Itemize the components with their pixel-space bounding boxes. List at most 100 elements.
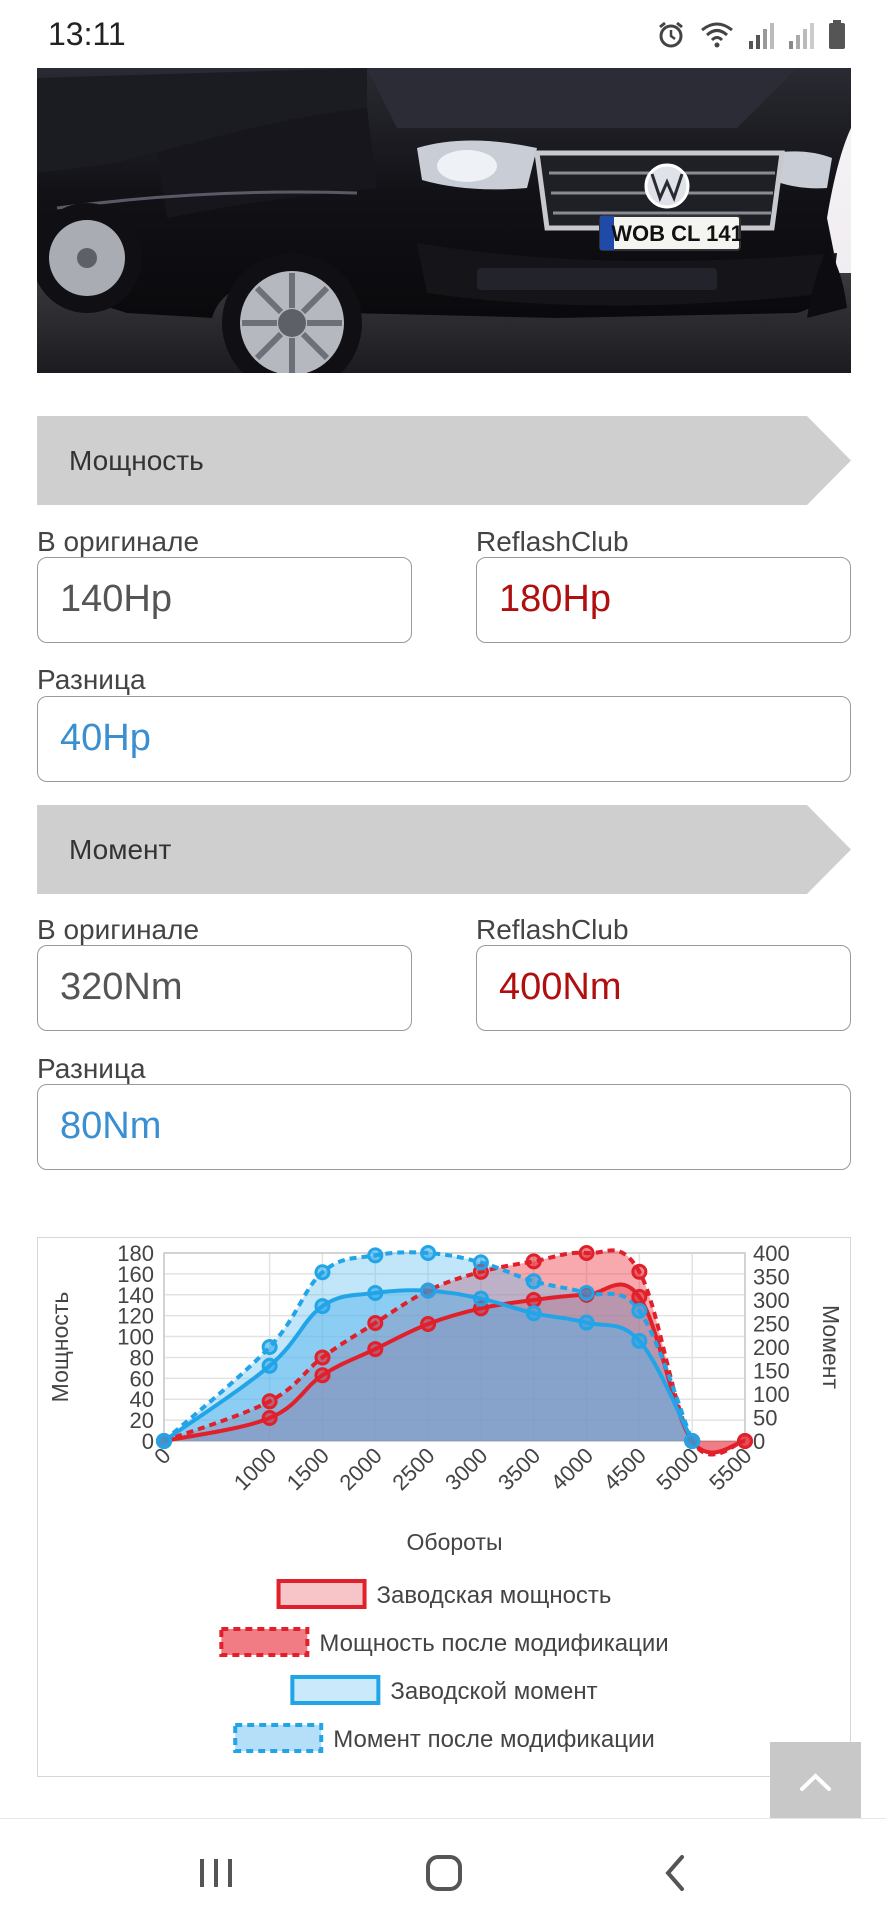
legend-swatch — [276, 1579, 367, 1609]
torque-diff-label: Разница — [37, 1053, 146, 1084]
x-tick-label: 5000 — [651, 1443, 703, 1495]
torque-diff-value: 80Nm — [60, 1105, 162, 1147]
torque-original-field: 320Nm — [37, 945, 412, 1031]
data-point — [631, 1288, 648, 1305]
status-time: 13:11 — [48, 16, 126, 52]
legend-item: Заводская мощность — [276, 1579, 612, 1609]
y-right-tick-label: 350 — [753, 1265, 790, 1290]
power-diff-label: Разница — [37, 664, 146, 695]
y-right-tick-label: 100 — [753, 1382, 790, 1407]
signal-icon — [749, 23, 774, 49]
x-tick-label: 1000 — [229, 1443, 281, 1495]
legend-label: Момент после модификации — [333, 1726, 655, 1753]
torque-section-header: Момент — [37, 805, 851, 894]
data-point — [261, 1393, 278, 1410]
status-icons — [656, 18, 846, 52]
data-point — [578, 1284, 595, 1301]
status-bar: 13:11 — [0, 0, 886, 68]
y-right-tick-label: 200 — [753, 1335, 790, 1360]
torque-original-label: В оригинале — [37, 914, 200, 945]
legend-label: Мощность после модификации — [319, 1630, 668, 1657]
legend-swatch — [219, 1627, 310, 1657]
y-right-tick-label: 0 — [753, 1429, 765, 1454]
data-point — [261, 1357, 278, 1374]
legend-label: Заводской момент — [390, 1678, 597, 1705]
x-tick-label: 3000 — [440, 1443, 492, 1495]
home-icon[interactable] — [424, 1853, 464, 1893]
x-tick-label: 2500 — [387, 1443, 439, 1495]
torque-tuned-label: ReflashClub — [476, 914, 629, 945]
data-point — [367, 1284, 384, 1301]
power-original-value: 140Hp — [60, 578, 172, 620]
recent-apps-icon[interactable] — [196, 1855, 236, 1891]
legend-item: Заводской момент — [290, 1675, 598, 1705]
y-right-tick-label: 50 — [753, 1406, 777, 1431]
y-right-tick-label: 150 — [753, 1359, 790, 1384]
scroll-top-button[interactable] — [770, 1742, 861, 1824]
power-original-field: 140Hp — [37, 557, 412, 643]
dyno-chart-svg: 0204060801001201401601800501001502002503… — [47, 1241, 844, 1753]
data-point — [314, 1349, 331, 1366]
x-tick-label: 1500 — [282, 1443, 334, 1495]
y-left-tick-label: 180 — [117, 1241, 154, 1266]
signal-icon-2 — [789, 23, 814, 49]
y-right-tick-label: 300 — [753, 1288, 790, 1313]
navigation-bar — [0, 1818, 886, 1920]
back-icon[interactable] — [660, 1853, 690, 1893]
data-point — [631, 1302, 648, 1319]
alarm-icon — [659, 21, 683, 48]
y-right-tick-label: 250 — [753, 1312, 790, 1337]
y-right-tick-label: 400 — [753, 1241, 790, 1266]
torque-tuned-field: 400Nm — [476, 945, 851, 1031]
data-point — [420, 1245, 437, 1261]
data-point — [314, 1298, 331, 1315]
legend-item: Мощность после модификации — [219, 1627, 669, 1657]
data-point — [472, 1254, 489, 1271]
data-point — [631, 1332, 648, 1349]
power-tuned-label: ReflashClub — [476, 526, 629, 557]
chevron-up-icon — [800, 1773, 831, 1791]
torque-tuned-value: 400Nm — [499, 966, 622, 1008]
data-point — [525, 1305, 542, 1322]
data-point — [261, 1339, 278, 1355]
legend-swatch — [233, 1723, 324, 1753]
legend-swatch — [290, 1675, 381, 1705]
data-point — [314, 1264, 331, 1281]
x-tick-label: 3500 — [493, 1443, 545, 1495]
data-point — [367, 1341, 384, 1358]
y-right-axis-title: Момент — [818, 1305, 844, 1390]
power-original-label: В оригинале — [37, 526, 200, 557]
page: 13:11 WOB CL 141 Мощность В оригинале 14… — [0, 0, 886, 1920]
legend-item: Момент после модификации — [233, 1723, 655, 1753]
data-point — [472, 1290, 489, 1307]
data-point — [420, 1316, 437, 1333]
data-point — [314, 1367, 331, 1384]
data-point — [525, 1253, 542, 1270]
data-point — [261, 1410, 278, 1427]
data-point — [420, 1282, 437, 1299]
x-axis-title: Обороты — [407, 1529, 503, 1555]
y-left-axis-title: Мощность — [47, 1292, 73, 1403]
x-tick-label: 4000 — [546, 1443, 598, 1495]
dyno-chart: 0 20 40 60 80 100 120 140 160 180 0 50 100 150 200 250 3… — [37, 1237, 851, 1777]
torque-section-title: Момент — [69, 834, 172, 865]
data-point — [525, 1273, 542, 1290]
power-tuned-field: 180Hp — [476, 557, 851, 643]
data-point — [631, 1263, 648, 1280]
power-diff-value: 40Hp — [60, 717, 151, 759]
power-tuned-value: 180Hp — [499, 578, 611, 620]
legend-label: Заводская мощность — [377, 1582, 612, 1609]
data-point — [578, 1314, 595, 1331]
x-tick-label: 2000 — [335, 1443, 387, 1495]
power-section-title: Мощность — [69, 445, 204, 476]
battery-icon — [829, 20, 845, 49]
license-plate: WOB CL 141 — [611, 221, 743, 246]
data-point — [525, 1292, 542, 1308]
power-section-header: Мощность — [37, 416, 851, 505]
data-point — [578, 1245, 595, 1261]
torque-diff-field: 80Nm — [37, 1084, 851, 1170]
torque-original-value: 320Nm — [60, 966, 183, 1008]
x-tick-label: 4500 — [599, 1443, 651, 1495]
data-point — [367, 1247, 384, 1264]
wifi-icon — [701, 22, 733, 48]
